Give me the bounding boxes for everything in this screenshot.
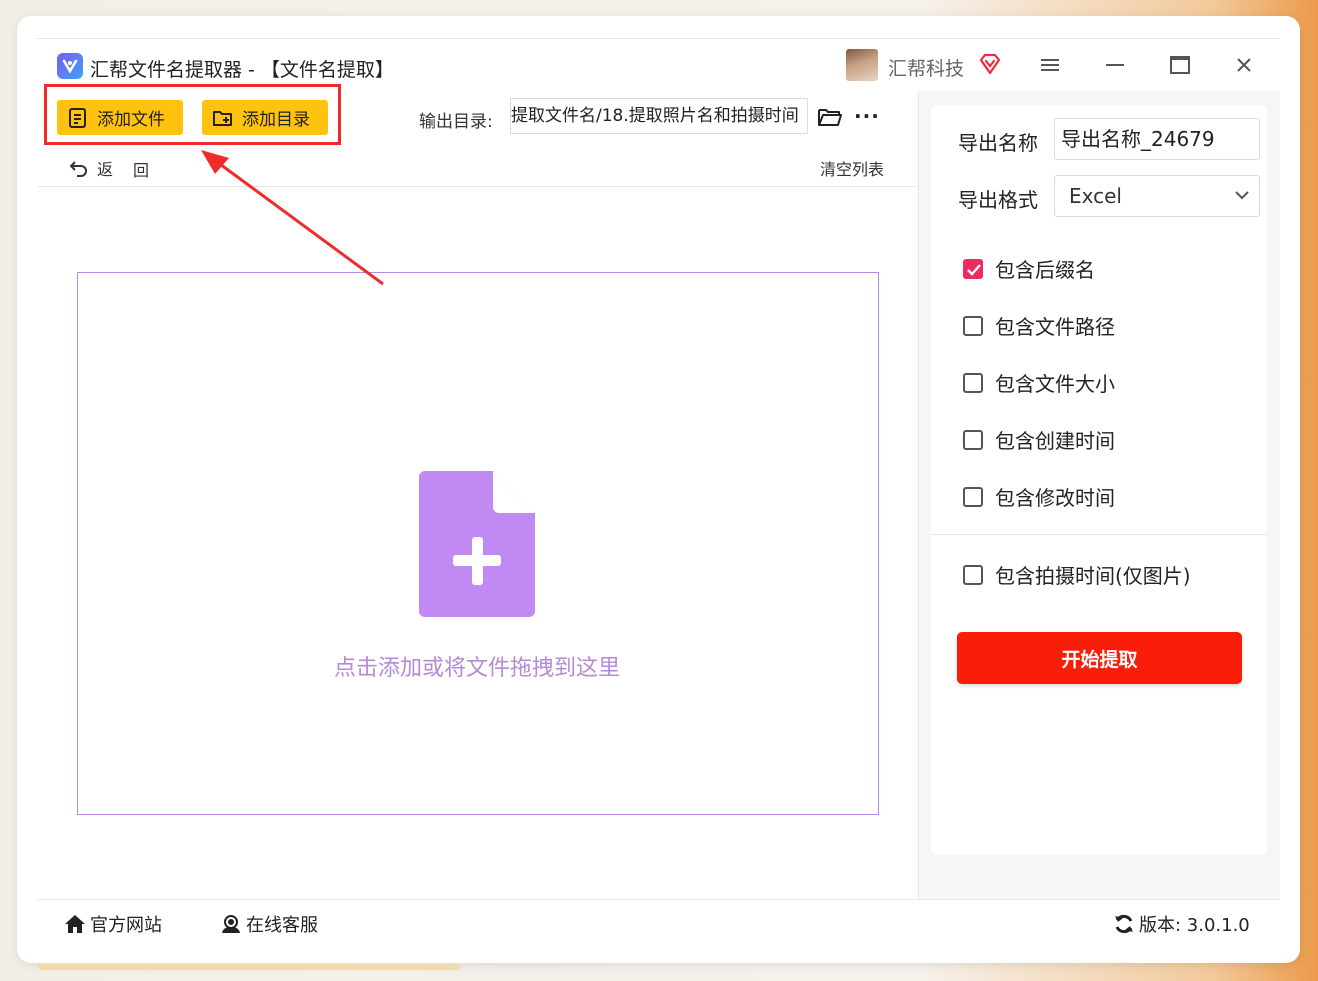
browse-folder-icon[interactable] [817,106,843,132]
footer-divider [37,899,1280,900]
content: 添加文件 添加目录 输出目录: 提取文件名/18.提取照片名和拍摄时间 ··· … [17,16,1300,963]
checkbox-icon[interactable] [963,315,983,336]
add-folder-label: 添加目录 [242,110,310,130]
option-include-shot-time[interactable]: 包含拍摄时间(仅图片) [963,560,1191,589]
output-dir-label: 输出目录: [419,112,493,132]
undo-icon [69,161,87,177]
version-info: 版本: 3.0.1.0 [1113,911,1250,937]
add-file-button[interactable]: 添加文件 [57,100,183,135]
export-name-input[interactable]: 导出名称_24679 [1054,118,1260,160]
settings-panel [931,105,1267,855]
official-website-link[interactable]: 官方网站 [64,911,162,937]
output-dir-value: 提取文件名/18.提取照片名和拍摄时间 [511,106,799,126]
add-folder-button[interactable]: 添加目录 [202,100,328,135]
add-file-label: 添加文件 [97,110,165,130]
option-include-size[interactable]: 包含文件大小 [963,368,1115,397]
export-format-value: Excel [1069,184,1122,208]
checkbox-icon[interactable] [963,564,983,585]
add-file-icon [69,107,86,128]
chevron-down-icon [1235,191,1249,200]
official-website-label: 官方网站 [90,915,162,936]
add-document-icon[interactable] [419,471,537,623]
refresh-icon [1115,914,1133,934]
add-folder-icon [213,110,232,126]
option-label: 包含文件路径 [995,315,1115,339]
export-format-label: 导出格式 [958,188,1038,212]
option-include-created[interactable]: 包含创建时间 [963,425,1115,454]
support-agent-icon [222,915,240,933]
online-support-label: 在线客服 [246,915,318,936]
more-options-icon[interactable]: ··· [854,104,880,128]
export-name-label: 导出名称 [958,131,1038,155]
option-include-modified[interactable]: 包含修改时间 [963,482,1115,511]
start-extract-button[interactable]: 开始提取 [957,632,1242,684]
option-label: 包含修改时间 [995,486,1115,510]
redo-button[interactable]: 回 [133,157,149,181]
home-icon [65,915,85,933]
checkbox-icon[interactable] [963,486,983,507]
undo-label: 返 [97,160,114,179]
option-label: 包含文件大小 [995,372,1115,396]
drop-zone-hint: 点击添加或将文件拖拽到这里 [333,656,620,681]
checkbox-icon[interactable] [963,372,983,393]
option-include-path[interactable]: 包含文件路径 [963,311,1115,340]
online-support-link[interactable]: 在线客服 [220,911,318,937]
annotation-arrow [201,150,384,286]
undo-button[interactable]: 返 [69,156,113,180]
clear-list-button[interactable]: 清空列表 [820,156,884,180]
option-label: 包含创建时间 [995,429,1115,453]
export-format-select[interactable]: Excel [1054,175,1260,217]
option-label: 包含后缀名 [995,258,1095,282]
output-dir-field[interactable]: 提取文件名/18.提取照片名和拍摄时间 [510,98,808,134]
checkbox-checked-icon[interactable] [963,258,983,279]
checkbox-icon[interactable] [963,429,983,450]
option-label: 包含拍摄时间(仅图片) [995,564,1191,588]
version-label: 版本: 3.0.1.0 [1139,915,1250,936]
options-divider [931,534,1267,535]
toolbar-divider [37,186,919,187]
bottom-glow [38,964,460,970]
option-include-extension[interactable]: 包含后缀名 [963,254,1095,283]
